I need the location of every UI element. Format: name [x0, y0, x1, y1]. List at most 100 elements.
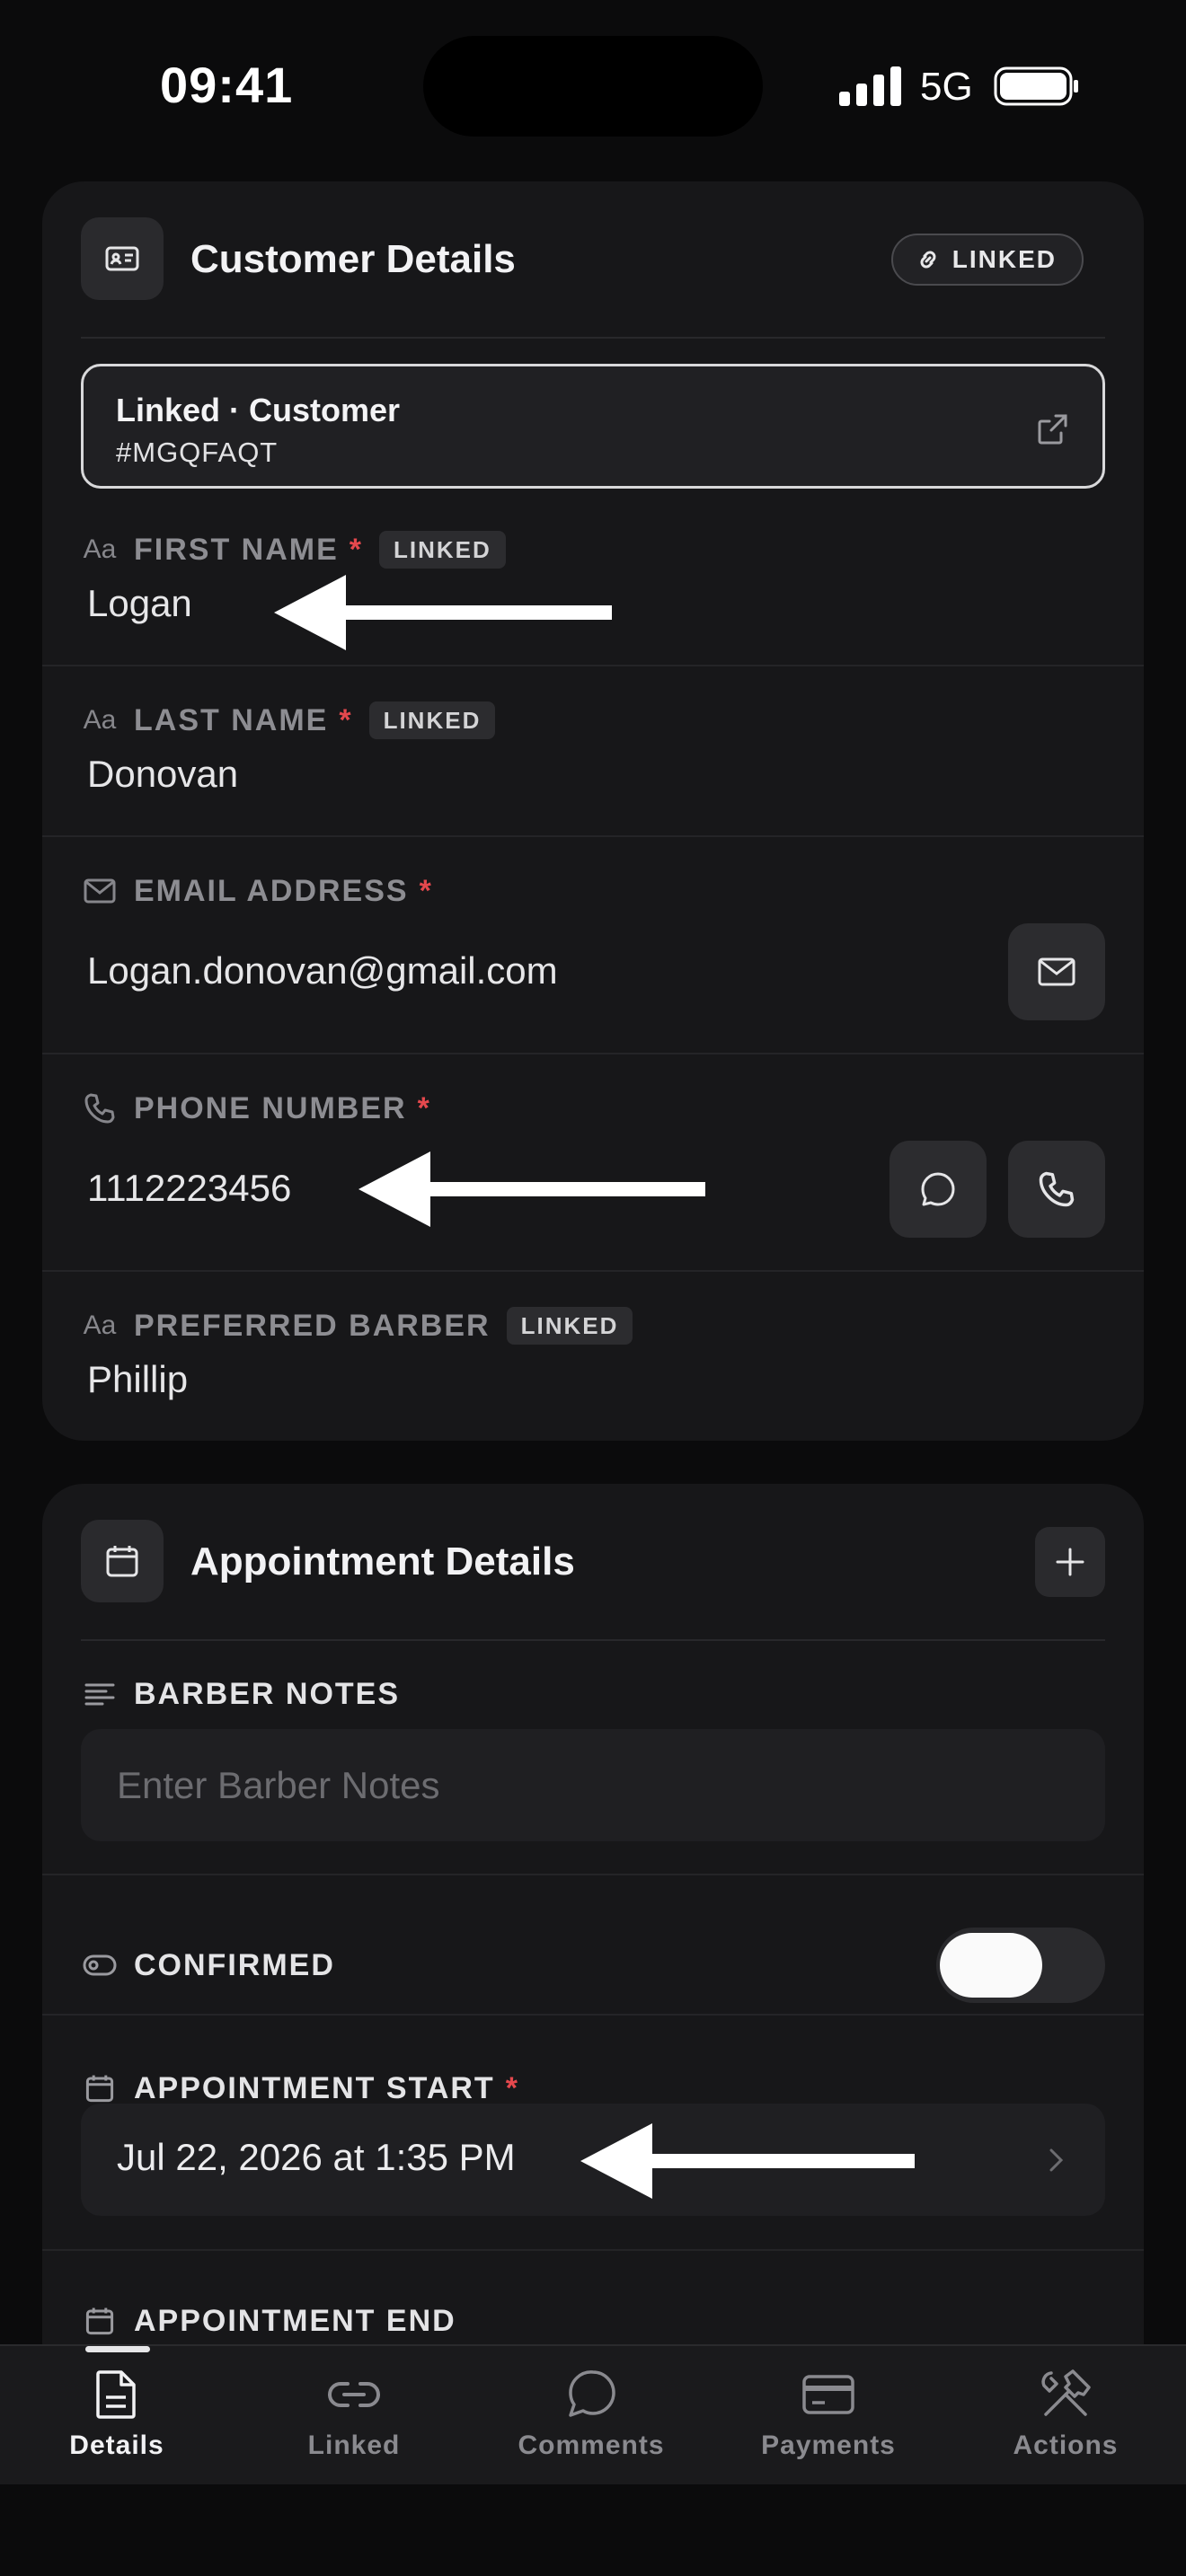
arrow-pointer-appointment-start [580, 2123, 915, 2199]
first-name-label: FIRST NAME [134, 532, 339, 567]
row-divider [42, 1270, 1144, 1272]
chevron-right-icon [1049, 2148, 1064, 2172]
first-name-label-row: Aa FIRST NAME * LINKED [82, 530, 506, 569]
mail-icon [82, 873, 118, 909]
battery-icon [994, 66, 1078, 106]
calendar-icon [82, 2070, 118, 2106]
barber-label-row: Aa PREFERRED BARBER LINKED [82, 1306, 633, 1345]
confirmed-label-row: CONFIRMED [82, 1945, 335, 1985]
header-divider [81, 1639, 1105, 1641]
linked-pill-label: LINKED [951, 245, 1057, 273]
required-marker: * [349, 532, 364, 567]
status-time: 09:41 [160, 57, 294, 113]
document-icon [88, 2366, 146, 2423]
row-divider [42, 835, 1144, 837]
last-name-label: LAST NAME [134, 702, 329, 737]
send-message-button[interactable] [890, 1141, 987, 1238]
appointment-start-label: APPOINTMENT START [134, 2070, 495, 2105]
signal-icon [839, 66, 901, 106]
required-marker: * [417, 1090, 431, 1125]
phone-icon [1039, 1171, 1075, 1207]
barber-notes-field[interactable] [81, 1729, 1105, 1841]
tab-bar: Details Linked Comments Payments Actions [0, 2344, 1186, 2484]
last-name-value[interactable]: Donovan [87, 753, 238, 796]
send-email-button[interactable] [1008, 923, 1105, 1020]
tab-payments-label: Payments [761, 2430, 896, 2460]
status-bar: 09:41 5G [0, 0, 1186, 171]
chat-bubble-icon [921, 1172, 955, 1206]
id-card-icon [81, 217, 164, 300]
tools-icon [1037, 2366, 1094, 2423]
linked-record-id: #MGQFAQT [116, 437, 279, 468]
tab-actions-label: Actions [1013, 2430, 1119, 2460]
phone-label: PHONE NUMBER [134, 1090, 407, 1125]
email-value[interactable]: Logan.donovan@gmail.com [87, 949, 558, 992]
tab-details-label: Details [69, 2430, 164, 2460]
row-divider [42, 2249, 1144, 2251]
phone-icon [82, 1090, 118, 1126]
linked-record-title: Linked · Customer [116, 392, 401, 428]
linked-customer-record[interactable]: Linked · Customer #MGQFAQT [81, 364, 1105, 489]
preferred-barber-label: PREFERRED BARBER [134, 1308, 491, 1343]
appointment-start-label-row: APPOINTMENT START * [82, 2069, 519, 2108]
text-type-icon: Aa [83, 705, 117, 735]
header-divider [81, 337, 1105, 339]
network-label: 5G [920, 65, 973, 109]
appointment-start-value: Jul 22, 2026 at 1:35 PM [117, 2136, 516, 2178]
appointment-end-label-row: APPOINTMENT END [82, 2301, 456, 2341]
calendar-icon [82, 2303, 118, 2339]
comment-icon [562, 2366, 620, 2423]
customer-card-header: Customer Details LINKED [81, 217, 1105, 300]
linked-tag: LINKED [368, 701, 496, 739]
plus-icon [1056, 1548, 1084, 1576]
linked-tag: LINKED [506, 1307, 633, 1345]
appointment-card-header: Appointment Details [81, 1520, 1105, 1602]
barber-notes-label: BARBER NOTES [134, 1676, 401, 1711]
confirmed-toggle[interactable] [936, 1928, 1105, 2003]
preferred-barber-value[interactable]: Phillip [87, 1358, 188, 1401]
tab-comments-label: Comments [518, 2430, 665, 2460]
home-indicator-area [0, 2484, 1186, 2576]
appointment-card-title: Appointment Details [190, 1539, 575, 1584]
required-marker: * [339, 702, 353, 737]
add-button[interactable] [1035, 1527, 1105, 1597]
external-link-icon [1038, 414, 1067, 445]
tab-details[interactable]: Details [9, 2366, 225, 2474]
tab-comments[interactable]: Comments [483, 2366, 699, 2474]
phone-label-row: PHONE NUMBER * [82, 1089, 431, 1128]
email-label: EMAIL ADDRESS [134, 873, 409, 908]
phone-value[interactable]: 1112223456 [87, 1167, 291, 1210]
text-lines-icon [82, 1676, 118, 1712]
arrow-pointer-phone [358, 1151, 705, 1227]
last-name-label-row: Aa LAST NAME * LINKED [82, 701, 496, 740]
barber-notes-input[interactable] [117, 1729, 1069, 1841]
email-label-row: EMAIL ADDRESS * [82, 871, 433, 911]
toggle-icon [82, 1947, 118, 1983]
row-divider [42, 1874, 1144, 1875]
mail-icon [1038, 957, 1075, 986]
required-marker: * [419, 873, 433, 908]
calendar-icon [81, 1520, 164, 1602]
call-button[interactable] [1008, 1141, 1105, 1238]
tab-payments[interactable]: Payments [721, 2366, 936, 2474]
tab-actions[interactable]: Actions [958, 2366, 1173, 2474]
customer-details-card: Customer Details LINKED Linked · Custome… [42, 181, 1144, 1441]
appointment-end-label: APPOINTMENT END [134, 2303, 456, 2338]
card-icon [800, 2366, 857, 2423]
row-divider [42, 665, 1144, 666]
row-divider [42, 1053, 1144, 1054]
tab-linked-label: Linked [307, 2430, 401, 2460]
link-icon [920, 251, 936, 269]
linked-tag: LINKED [379, 531, 506, 569]
toggle-knob [940, 1933, 1042, 1998]
confirmed-label: CONFIRMED [134, 1947, 335, 1982]
required-marker: * [505, 2070, 519, 2105]
tab-linked[interactable]: Linked [246, 2366, 462, 2474]
arrow-pointer-first-name [274, 575, 612, 650]
barber-notes-label-row: BARBER NOTES [82, 1674, 400, 1714]
row-divider [42, 2014, 1144, 2016]
dynamic-island [423, 36, 763, 137]
first-name-value[interactable]: Logan [87, 582, 192, 625]
linked-pill-button[interactable]: LINKED [890, 234, 1084, 286]
link-icon [325, 2366, 383, 2423]
